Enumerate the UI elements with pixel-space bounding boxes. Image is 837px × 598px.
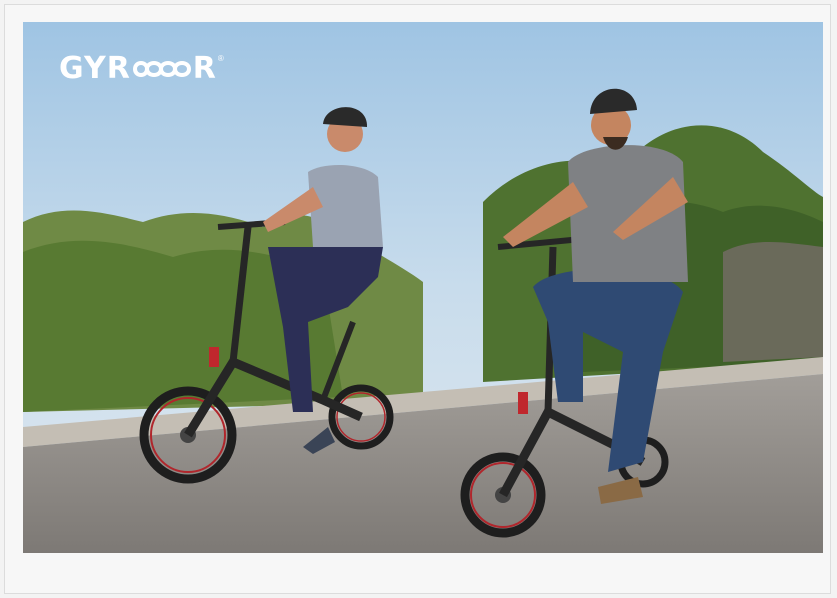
product-photo — [23, 22, 823, 553]
infinity-icon — [132, 61, 191, 77]
trademark-symbol: ® — [217, 54, 224, 63]
logo-left-text: GYR — [59, 51, 131, 86]
logo-right-text: R — [192, 51, 217, 86]
gyroor-logo: GYR R ® — [59, 52, 224, 86]
scene-illustration — [23, 22, 823, 553]
image-frame: GYR R ® — [4, 4, 831, 594]
